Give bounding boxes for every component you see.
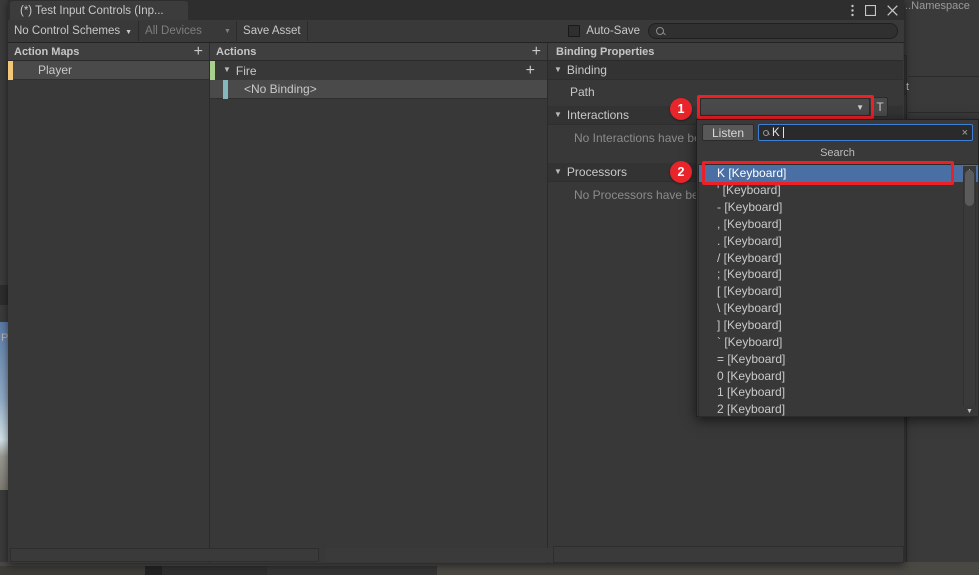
listen-button[interactable]: Listen xyxy=(702,124,754,141)
devices-dropdown[interactable]: All Devices ▼ xyxy=(139,21,237,41)
actions-title: Actions xyxy=(216,46,256,58)
list-item[interactable]: [ [Keyboard] xyxy=(699,283,978,300)
chevron-down-icon[interactable]: ▼ xyxy=(554,167,562,176)
window-bottom-frame-left xyxy=(10,548,319,562)
binding-row-no-binding[interactable]: <No Binding> xyxy=(210,80,547,99)
list-item[interactable]: ' [Keyboard] xyxy=(699,182,978,199)
chevron-down-icon[interactable]: ▼ xyxy=(223,65,231,74)
auto-save-toggle[interactable]: Auto-Save xyxy=(564,25,648,37)
control-schemes-dropdown[interactable]: No Control Schemes ▼ xyxy=(8,21,139,41)
auto-save-checkbox[interactable] xyxy=(568,25,580,37)
actions-panel: Actions + ▼ Fire + <No Binding> xyxy=(210,43,548,563)
save-asset-label: Save Asset xyxy=(243,25,301,37)
annotation-badge-2: 2 xyxy=(670,161,692,183)
path-picker-section-label: Search xyxy=(697,142,978,163)
actions-header: Actions + xyxy=(210,43,547,61)
scroll-down-icon[interactable]: ▼ xyxy=(963,406,976,417)
action-label: Fire xyxy=(236,64,257,78)
background-inspector-rule-2 xyxy=(908,112,979,113)
save-asset-button[interactable]: Save Asset xyxy=(237,21,308,41)
list-item[interactable]: 2 [Keyboard] xyxy=(699,401,978,417)
chevron-down-icon: ▼ xyxy=(202,28,231,35)
list-item[interactable]: = [Keyboard] xyxy=(699,350,978,367)
foldout-processors-label: Processors xyxy=(567,165,627,179)
path-picker-toolbar: Listen K × xyxy=(697,120,978,142)
window-controls xyxy=(851,0,898,20)
chevron-down-icon[interactable]: ▼ xyxy=(554,110,562,119)
window-tab-bar: (*) Test Input Controls (Inp... xyxy=(8,0,904,20)
action-maps-panel: Action Maps + Player xyxy=(8,43,210,563)
auto-save-label: Auto-Save xyxy=(586,25,640,37)
path-search-value: K xyxy=(772,127,780,139)
close-icon[interactable] xyxy=(887,5,898,16)
background-bottom-segment-4 xyxy=(267,566,437,575)
control-schemes-label: No Control Schemes xyxy=(14,25,120,37)
search-icon xyxy=(656,27,664,35)
background-inspector-text: t xyxy=(906,81,909,93)
action-maps-header: Action Maps + xyxy=(8,43,209,61)
list-item[interactable]: - [Keyboard] xyxy=(699,199,978,216)
list-item[interactable]: 1 [Keyboard] xyxy=(699,384,978,401)
list-item[interactable]: \ [Keyboard] xyxy=(699,300,978,317)
background-bottom-segment-3 xyxy=(162,566,267,575)
background-inspector-header: ...Namespace xyxy=(900,0,979,14)
list-item[interactable]: ; [Keyboard] xyxy=(699,266,978,283)
color-bar xyxy=(8,61,13,80)
chevron-down-icon: ▼ xyxy=(856,103,864,112)
kebab-menu-icon[interactable] xyxy=(851,4,854,17)
add-action-map-icon[interactable]: + xyxy=(194,46,203,58)
devices-label: All Devices xyxy=(145,25,202,37)
scrollbar-track[interactable] xyxy=(963,177,976,406)
add-action-icon[interactable]: + xyxy=(532,46,541,58)
list-item[interactable]: . [Keyboard] xyxy=(699,232,978,249)
listbox-scrollbar[interactable]: ▲ ▼ xyxy=(963,166,976,417)
foldout-interactions-label: Interactions xyxy=(567,108,629,122)
list-item[interactable]: K [Keyboard] xyxy=(699,165,978,182)
list-item[interactable]: , [Keyboard] xyxy=(699,216,978,233)
foldout-binding[interactable]: ▼ Binding xyxy=(548,61,903,80)
path-label: Path xyxy=(570,85,595,99)
toolbar-search-input[interactable] xyxy=(648,23,898,39)
tab-input-actions[interactable]: (*) Test Input Controls (Inp... xyxy=(10,1,188,20)
action-map-row-player[interactable]: Player xyxy=(8,61,209,80)
foldout-binding-label: Binding xyxy=(567,63,607,77)
list-item[interactable]: ` [Keyboard] xyxy=(699,333,978,350)
path-search-input[interactable]: K × xyxy=(758,124,973,141)
search-icon xyxy=(763,130,769,136)
action-map-label: Player xyxy=(8,63,72,77)
color-bar xyxy=(210,61,215,80)
background-bottom-segment-2 xyxy=(145,566,162,575)
chevron-down-icon: ▼ xyxy=(125,29,132,36)
chevron-down-icon[interactable]: ▼ xyxy=(554,65,562,74)
path-picker-popup: Listen K × Search K [Keyboard] ' [Keyboa… xyxy=(696,119,979,417)
background-bottom-segment-1 xyxy=(0,566,145,575)
path-text-mode-button[interactable]: T xyxy=(872,97,888,117)
text-caret xyxy=(783,127,784,138)
add-binding-icon[interactable]: + xyxy=(526,65,547,77)
action-row-fire[interactable]: ▼ Fire + xyxy=(210,61,547,80)
clear-search-icon[interactable]: × xyxy=(962,127,968,139)
editor-toolbar: No Control Schemes ▼ All Devices ▼ Save … xyxy=(8,20,904,43)
binding-properties-header: Binding Properties xyxy=(548,43,903,61)
path-picker-listbox: K [Keyboard] ' [Keyboard] - [Keyboard] ,… xyxy=(698,164,979,417)
screenshot-root: P ...Namespace t (*) Test Input Controls… xyxy=(0,0,979,575)
path-dropdown-field[interactable]: ▼ xyxy=(700,98,870,116)
list-item[interactable]: / [Keyboard] xyxy=(699,249,978,266)
window-bottom-frame-right xyxy=(553,546,904,563)
color-bar xyxy=(223,80,228,99)
maximize-icon[interactable] xyxy=(865,5,876,16)
background-inspector-rule-1 xyxy=(908,76,979,77)
list-item[interactable]: 0 [Keyboard] xyxy=(699,367,978,384)
action-maps-title: Action Maps xyxy=(14,46,79,58)
annotation-badge-1: 1 xyxy=(670,98,692,120)
scrollbar-thumb[interactable] xyxy=(965,170,974,206)
list-item[interactable]: ] [Keyboard] xyxy=(699,317,978,334)
binding-properties-title: Binding Properties xyxy=(556,46,654,58)
